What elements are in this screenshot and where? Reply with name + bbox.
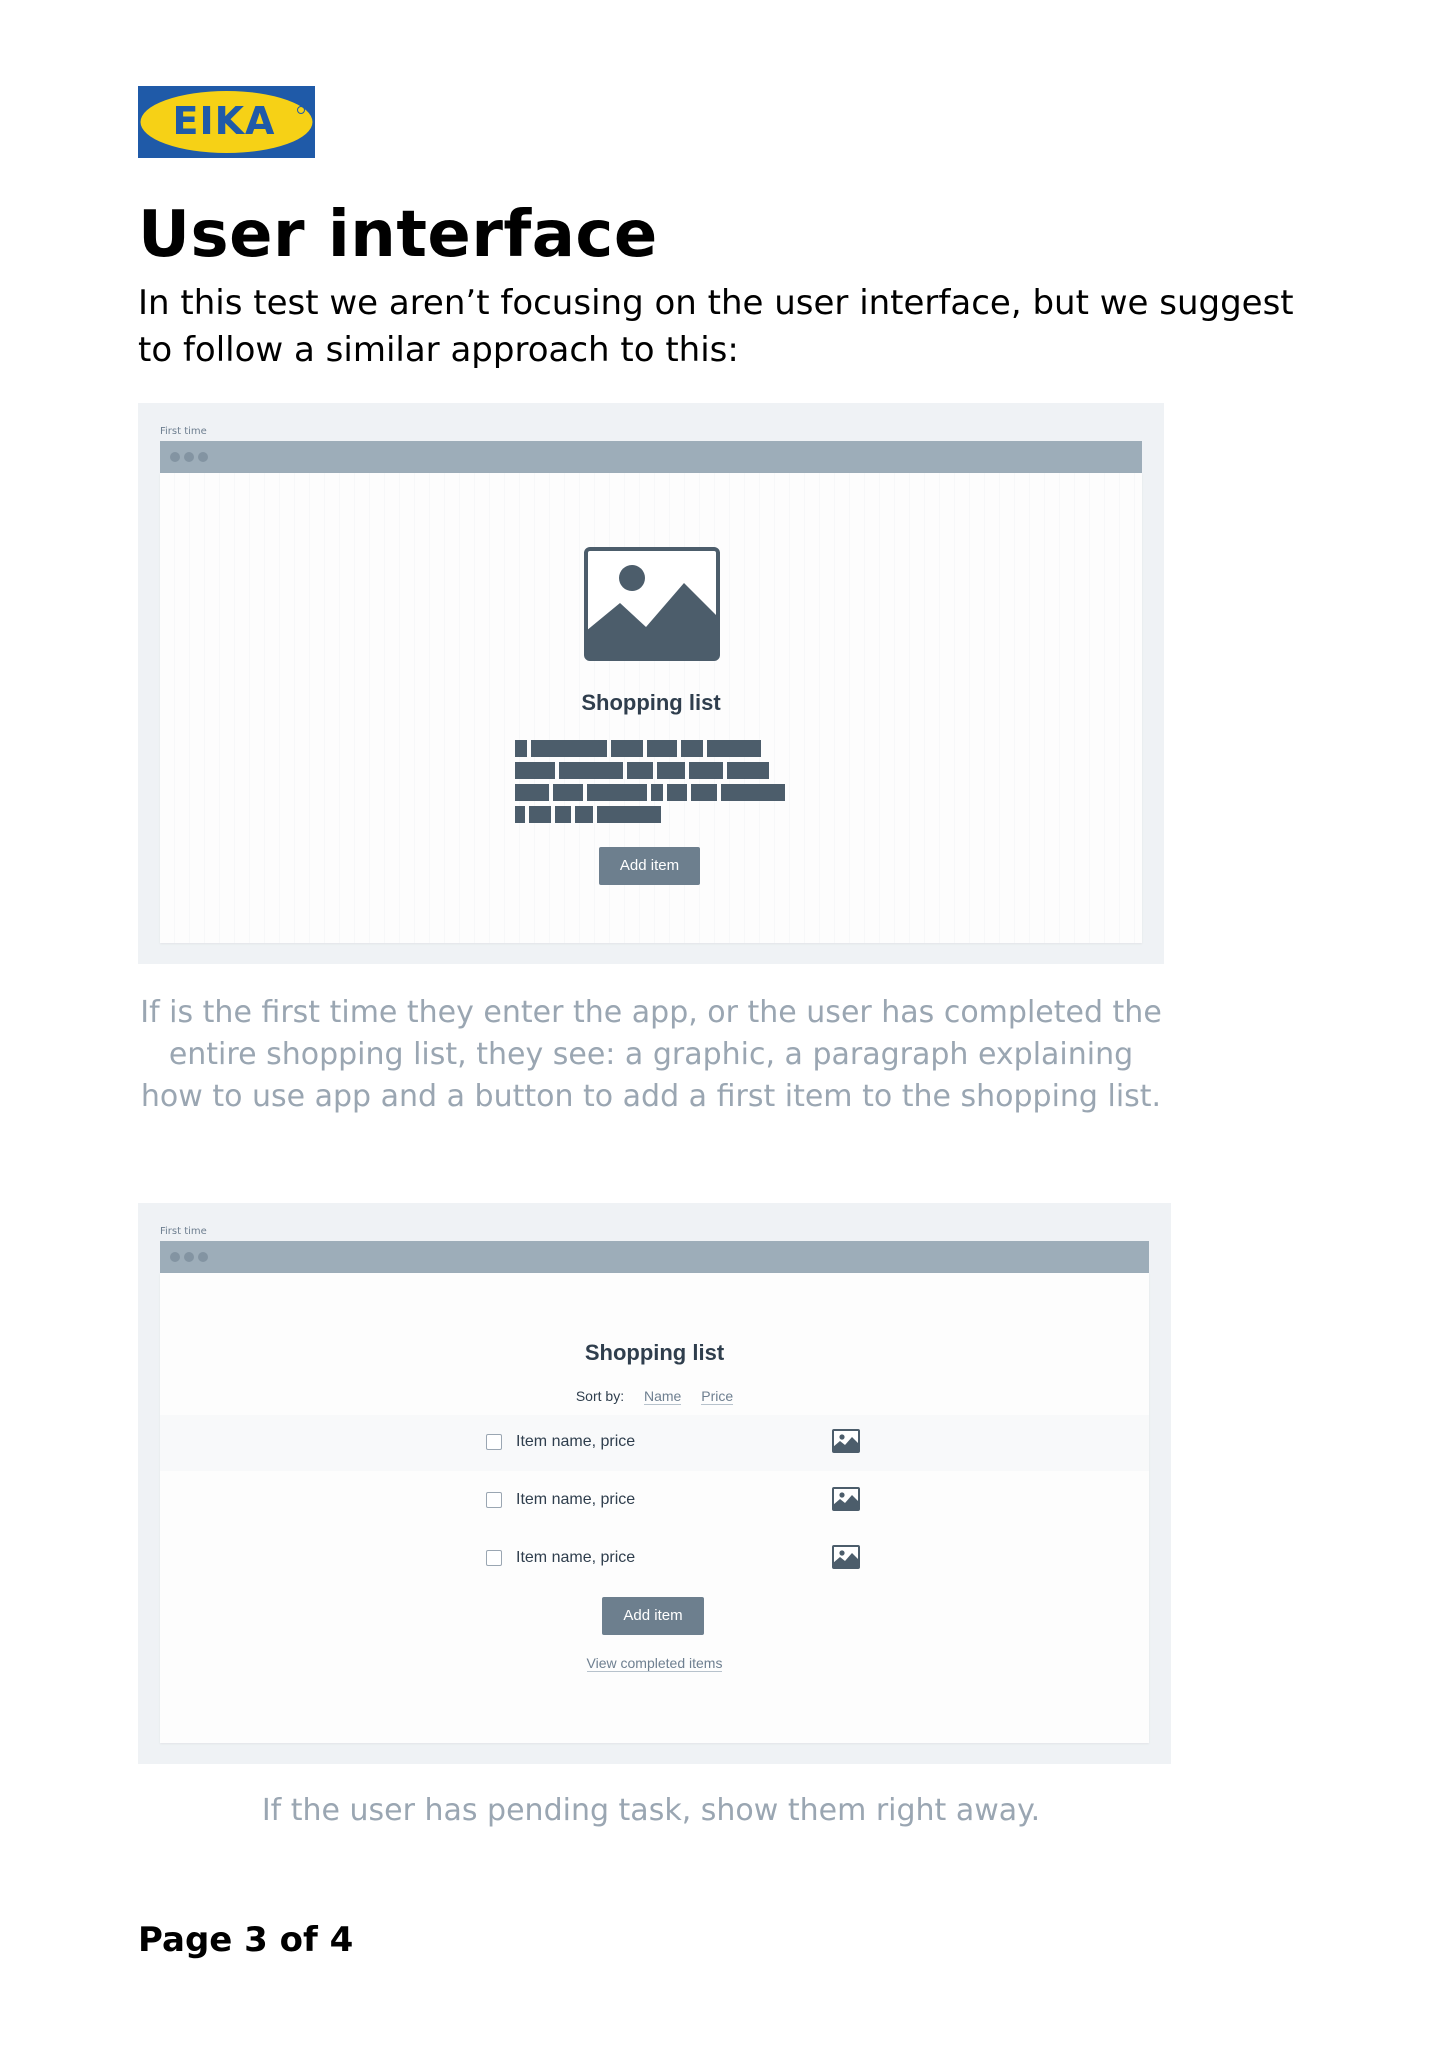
add-item-button[interactable]: Add item: [602, 1597, 704, 1635]
sort-by-price-link[interactable]: Price: [701, 1388, 734, 1405]
image-thumbnail-icon: [832, 1429, 860, 1453]
window-dot: [198, 1252, 208, 1262]
item-checkbox[interactable]: [486, 1550, 502, 1566]
item-checkbox[interactable]: [486, 1492, 502, 1508]
image-placeholder-icon: [584, 547, 720, 661]
window-body: Shopping list Sort by: Name Price Item n…: [160, 1273, 1149, 1743]
view-completed-link-row: View completed items: [160, 1655, 1149, 1672]
window-dot: [184, 1252, 194, 1262]
empty-state-mockup: First time Shopping list Add item: [138, 403, 1164, 964]
page-title: User interface: [138, 198, 658, 272]
window-title-bar: [160, 441, 1142, 473]
list-state-mockup: First time Shopping list Sort by: Name P…: [138, 1203, 1171, 1764]
list-state-caption: If the user has pending task, show them …: [261, 1793, 1041, 1828]
list-title: Shopping list: [584, 1340, 725, 1365]
sort-controls: Sort by: Name Price: [160, 1388, 1149, 1405]
view-completed-link[interactable]: View completed items: [586, 1655, 723, 1672]
window-title-bar: [160, 1241, 1149, 1273]
window-dot: [170, 1252, 180, 1262]
intro-paragraph: In this test we aren’t focusing on the u…: [138, 283, 1294, 370]
list-item: Item name, price: [160, 1415, 1149, 1471]
add-item-button[interactable]: Add item: [599, 847, 700, 885]
mockup-label: First time: [160, 426, 207, 437]
page-number: Page 3 of 4: [138, 1920, 354, 1960]
list-item: Item name, price: [160, 1473, 1149, 1529]
item-label: Item name, price: [516, 1433, 636, 1450]
item-checkbox[interactable]: [486, 1434, 502, 1450]
window-body: Shopping list Add item: [160, 473, 1142, 943]
window-dot: [184, 452, 194, 462]
item-label: Item name, price: [516, 1491, 636, 1508]
mockup-label: First time: [160, 1226, 207, 1237]
list-item: Item name, price: [160, 1531, 1149, 1587]
empty-state-title: Shopping list: [581, 690, 721, 715]
image-thumbnail-icon: [832, 1487, 860, 1511]
sort-by-name-link[interactable]: Name: [643, 1388, 682, 1405]
window-dot: [170, 452, 180, 462]
item-label: Item name, price: [516, 1549, 636, 1566]
image-thumbnail-icon: [832, 1545, 860, 1569]
sort-label: Sort by:: [575, 1388, 625, 1404]
empty-state-caption: If is the first time they enter the app,…: [140, 995, 1162, 1114]
eika-logo: EIKA: [138, 86, 315, 158]
window-dot: [198, 452, 208, 462]
svg-text:EIKA: EIKA: [173, 99, 276, 143]
